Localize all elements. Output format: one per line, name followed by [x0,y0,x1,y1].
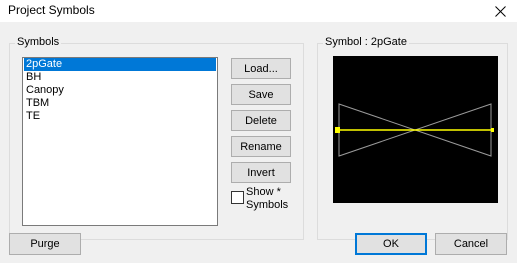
close-icon [494,5,506,17]
symbols-listbox[interactable]: 2pGate BH Canopy TBM TE [22,57,218,226]
symbol-list-item[interactable]: BH [24,71,216,84]
cancel-button[interactable]: Cancel [435,233,507,255]
show-symbols-checkbox[interactable] [231,191,244,204]
load-button[interactable]: Load... [231,58,291,79]
symbols-group-label: Symbols [15,36,62,48]
dialog-body: Symbols 2pGate BH Canopy TBM TE Load... Save… [0,22,517,263]
symbol-right-handle [491,128,494,132]
symbol-list-item[interactable]: TE [24,110,216,123]
window-title: Project Symbols [8,3,95,17]
symbol-list-item[interactable]: TBM [24,97,216,110]
close-button[interactable] [483,0,517,22]
invert-button[interactable]: Invert [231,162,291,183]
symbol-left-handle [335,127,340,133]
purge-button[interactable]: Purge [9,233,81,255]
delete-button[interactable]: Delete [231,110,291,131]
symbol-list-item[interactable]: Canopy [24,84,216,97]
symbol-preview-label: Symbol : 2pGate [323,36,409,48]
show-symbols-label[interactable]: Show * Symbols [246,186,288,212]
show-symbols-label-line2: Symbols [246,199,289,211]
symbol-list-item[interactable]: 2pGate [24,58,216,71]
symbol-preview-canvas [333,56,498,203]
title-bar: Project Symbols [0,0,517,22]
save-button[interactable]: Save [231,84,291,105]
rename-button[interactable]: Rename [231,136,291,157]
show-symbols-label-line1: Show * [246,186,281,198]
ok-button[interactable]: OK [355,233,427,255]
